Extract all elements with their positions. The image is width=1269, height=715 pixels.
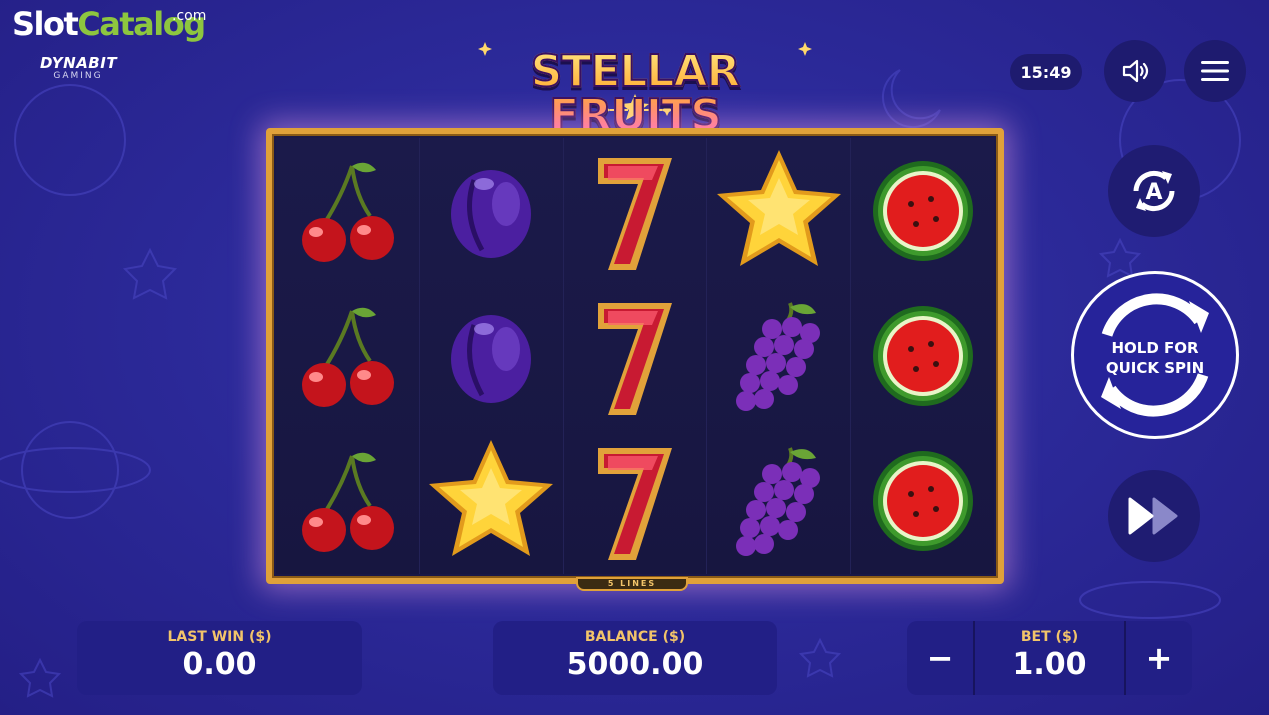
lines-badge: 5 LINES: [576, 577, 688, 591]
autoplay-icon: A: [1133, 170, 1175, 212]
seven-symbol-icon: [564, 429, 707, 574]
reel-3: [563, 138, 708, 574]
speaker-icon: [1122, 59, 1149, 83]
reel-grid: [276, 138, 994, 574]
game-logo: STELLAR FRUITS: [440, 38, 830, 139]
provider-sub: GAMING: [53, 71, 103, 81]
turbo-button[interactable]: [1108, 470, 1200, 562]
balance-panel: BALANCE ($) 5000.00: [493, 621, 777, 695]
reel-5: [851, 138, 994, 574]
game-title: STELLAR FRUITS: [440, 49, 830, 139]
cherry-symbol-icon: [276, 429, 419, 574]
spin-button[interactable]: HOLD FOR QUICK SPIN: [1071, 271, 1239, 439]
fast-forward-icon: [1128, 497, 1178, 535]
plum-symbol-icon: [420, 283, 563, 428]
balance-value: 5000.00: [566, 647, 704, 682]
watermark-slot-text: Slot: [12, 5, 79, 43]
slotcatalog-watermark: SlotCatalog .com: [12, 5, 207, 43]
sound-button[interactable]: [1104, 40, 1166, 102]
grapes-symbol-icon: [707, 429, 850, 574]
plum-symbol-icon: [420, 138, 563, 283]
seven-symbol-icon: [564, 138, 707, 283]
bet-decrease-button[interactable]: −: [907, 621, 973, 695]
menu-button[interactable]: [1184, 40, 1246, 102]
clock: 15:49: [1010, 54, 1082, 90]
watermelon-symbol-icon: [851, 138, 994, 283]
seven-symbol-icon: [564, 283, 707, 428]
reel-frame: [266, 128, 1004, 584]
watermelon-symbol-icon: [851, 283, 994, 428]
last-win-panel: LAST WIN ($) 0.00: [77, 621, 362, 695]
svg-text:A: A: [1145, 180, 1162, 205]
spin-label: HOLD FOR QUICK SPIN: [1074, 338, 1236, 378]
provider-name: DYNABIT: [40, 54, 118, 72]
star-symbol-icon: [420, 429, 563, 574]
bet-panel: − BET ($) 1.00 +: [907, 621, 1192, 695]
bet-label: BET ($): [1020, 629, 1079, 645]
cherry-symbol-icon: [276, 138, 419, 283]
hamburger-icon: [1201, 61, 1229, 81]
bet-value: 1.00: [1012, 647, 1087, 682]
grapes-symbol-icon: [707, 283, 850, 428]
spin-label-line1: HOLD FOR: [1111, 339, 1199, 357]
star-symbol-icon: [707, 138, 850, 283]
cherry-symbol-icon: [276, 283, 419, 428]
balance-label: BALANCE ($): [584, 629, 686, 645]
reel-1: [276, 138, 420, 574]
watermelon-symbol-icon: [851, 429, 994, 574]
spin-label-line2: QUICK SPIN: [1105, 359, 1205, 377]
last-win-label: LAST WIN ($): [167, 629, 272, 645]
autoplay-button[interactable]: A: [1108, 145, 1200, 237]
bet-increase-button[interactable]: +: [1126, 621, 1192, 695]
last-win-value: 0.00: [182, 647, 257, 682]
watermark-com-text: .com: [172, 8, 207, 24]
reel-4: [707, 138, 852, 574]
bet-display: BET ($) 1.00: [973, 621, 1126, 695]
reel-2: [419, 138, 564, 574]
provider-logo: DYNABIT GAMING: [40, 54, 118, 82]
